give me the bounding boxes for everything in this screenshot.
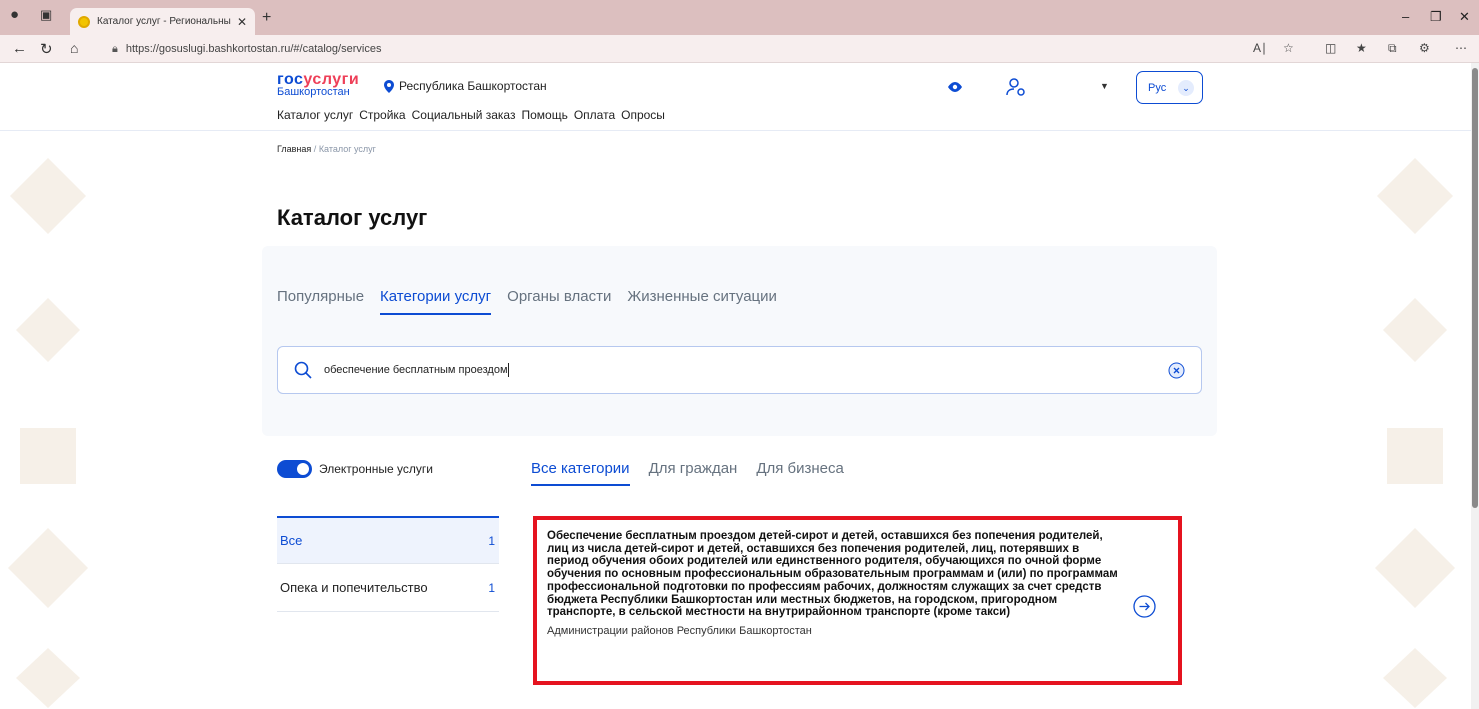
- category-count: 1: [488, 533, 495, 548]
- tab-for-business[interactable]: Для бизнеса: [756, 460, 844, 486]
- tab-life-situations[interactable]: Жизненные ситуации: [627, 288, 777, 315]
- tab-for-citizens[interactable]: Для граждан: [649, 460, 738, 486]
- electronic-services-toggle-row: Электронные услуги: [277, 460, 433, 478]
- minimize-icon[interactable]: –: [1402, 9, 1409, 24]
- menu-item-catalog[interactable]: Каталог услуг: [277, 108, 353, 122]
- favorites-icon[interactable]: ★: [1356, 41, 1367, 55]
- site-logo[interactable]: госуслуги Башкортостан: [277, 72, 359, 99]
- site-favicon-icon: [78, 15, 90, 28]
- tab-all-categories[interactable]: Все категории: [531, 460, 630, 486]
- clear-search-icon[interactable]: [1168, 362, 1185, 379]
- category-item-guardianship[interactable]: Опека и попечительство 1: [277, 564, 499, 612]
- scrollbar-thumb[interactable]: [1472, 68, 1478, 508]
- toggle-knob: [297, 463, 309, 475]
- search-icon: [294, 361, 312, 379]
- header-divider: [0, 130, 1471, 131]
- user-menu-chevron-icon[interactable]: ▼: [1100, 81, 1109, 91]
- category-item-all[interactable]: Все 1: [277, 516, 499, 564]
- service-organization: Администрации районов Республики Башкорт…: [547, 624, 812, 637]
- user-profile-icon[interactable]: [1006, 77, 1026, 97]
- tab-actions-icon[interactable]: ▣: [40, 7, 52, 23]
- region-label: Республика Башкортостан: [399, 79, 547, 93]
- home-icon[interactable]: ⌂: [70, 40, 78, 56]
- tab-categories[interactable]: Категории услуг: [380, 288, 492, 315]
- arrow-right-icon[interactable]: [1133, 595, 1156, 618]
- search-panel: [262, 246, 1217, 436]
- search-value: обеспечение бесплатным проездом: [324, 364, 508, 376]
- lock-icon[interactable]: 🔒︎: [112, 43, 118, 56]
- favorite-star-icon[interactable]: ☆: [1283, 41, 1294, 55]
- extensions-icon[interactable]: ⚙: [1419, 41, 1430, 55]
- url-text: https://gosuslugi.bashkortostan.ru/#/cat…: [125, 43, 382, 55]
- category-label: Все: [280, 533, 303, 548]
- browser-titlebar: ● ▣ Каталог услуг - Региональный п ✕ + –…: [0, 0, 1479, 35]
- site-header: госуслуги Башкортостан Республика Башкор…: [277, 71, 1203, 105]
- main-menu: Каталог услуг Стройка Социальный заказ П…: [277, 108, 665, 122]
- breadcrumb-home[interactable]: Главная: [277, 144, 311, 154]
- location-pin-icon: [384, 79, 394, 93]
- service-title: Обеспечение бесплатным проездом детей-си…: [547, 530, 1118, 619]
- menu-item-help[interactable]: Помощь: [521, 108, 567, 122]
- refresh-icon[interactable]: ↻: [40, 40, 53, 58]
- logo-region: Башкортостан: [277, 86, 350, 98]
- breadcrumb: Главная / Каталог услуг: [277, 144, 376, 154]
- profile-icon[interactable]: ●: [10, 6, 19, 23]
- category-count: 1: [488, 580, 495, 595]
- collections-icon[interactable]: ⧉: [1388, 41, 1397, 56]
- more-menu-icon[interactable]: ⋯: [1455, 41, 1467, 55]
- right-ornament-icon: [1375, 158, 1455, 708]
- language-selector[interactable]: Рус ⌄: [1136, 71, 1203, 104]
- page-title: Каталог услуг: [277, 205, 428, 230]
- catalog-tabs: Популярные Категории услуг Органы власти…: [277, 288, 777, 315]
- chevron-down-icon: ⌄: [1178, 80, 1194, 96]
- back-icon[interactable]: ←: [12, 40, 27, 57]
- menu-item-social-order[interactable]: Социальный заказ: [412, 108, 516, 122]
- menu-item-surveys[interactable]: Опросы: [621, 108, 665, 122]
- language-label: Рус: [1148, 81, 1167, 94]
- category-list: Все 1 Опека и попечительство 1: [277, 516, 499, 612]
- category-label: Опека и попечительство: [280, 580, 428, 595]
- accessibility-eye-icon[interactable]: [947, 81, 963, 93]
- service-result-card[interactable]: Обеспечение бесплатным проездом детей-си…: [533, 516, 1182, 685]
- menu-item-payment[interactable]: Оплата: [574, 108, 615, 122]
- left-ornament-icon: [8, 158, 88, 708]
- tab-authorities[interactable]: Органы власти: [507, 288, 611, 315]
- address-bar[interactable]: 🔒︎ https://gosuslugi.bashkortostan.ru/#/…: [112, 38, 1308, 60]
- browser-tab[interactable]: Каталог услуг - Региональный п ✕: [70, 8, 255, 35]
- tab-close-icon[interactable]: ✕: [237, 15, 247, 29]
- tab-popular[interactable]: Популярные: [277, 288, 364, 315]
- split-screen-icon[interactable]: ◫: [1325, 41, 1336, 55]
- tab-title: Каталог услуг - Региональный п: [97, 16, 231, 27]
- toggle-label: Электронные услуги: [319, 462, 433, 476]
- close-window-icon[interactable]: ✕: [1459, 9, 1470, 25]
- region-selector[interactable]: Республика Башкортостан: [384, 79, 547, 93]
- browser-toolbar: ← ↻ ⌂ 🔒︎ https://gosuslugi.bashkortostan…: [0, 35, 1479, 63]
- read-aloud-icon[interactable]: A∣: [1253, 41, 1267, 55]
- category-tabs: Все категории Для граждан Для бизнеса: [531, 460, 844, 486]
- restore-icon[interactable]: ❐: [1430, 9, 1442, 25]
- text-cursor: [507, 363, 509, 377]
- new-tab-icon[interactable]: +: [262, 9, 271, 27]
- breadcrumb-current: Каталог услуг: [318, 144, 376, 154]
- page-content: госуслуги Башкортостан Республика Башкор…: [0, 63, 1471, 709]
- breadcrumb-separator: /: [313, 144, 317, 154]
- electronic-services-toggle[interactable]: [277, 460, 312, 478]
- menu-item-construction[interactable]: Стройка: [359, 108, 405, 122]
- search-input[interactable]: обеспечение бесплатным проездом: [277, 346, 1202, 394]
